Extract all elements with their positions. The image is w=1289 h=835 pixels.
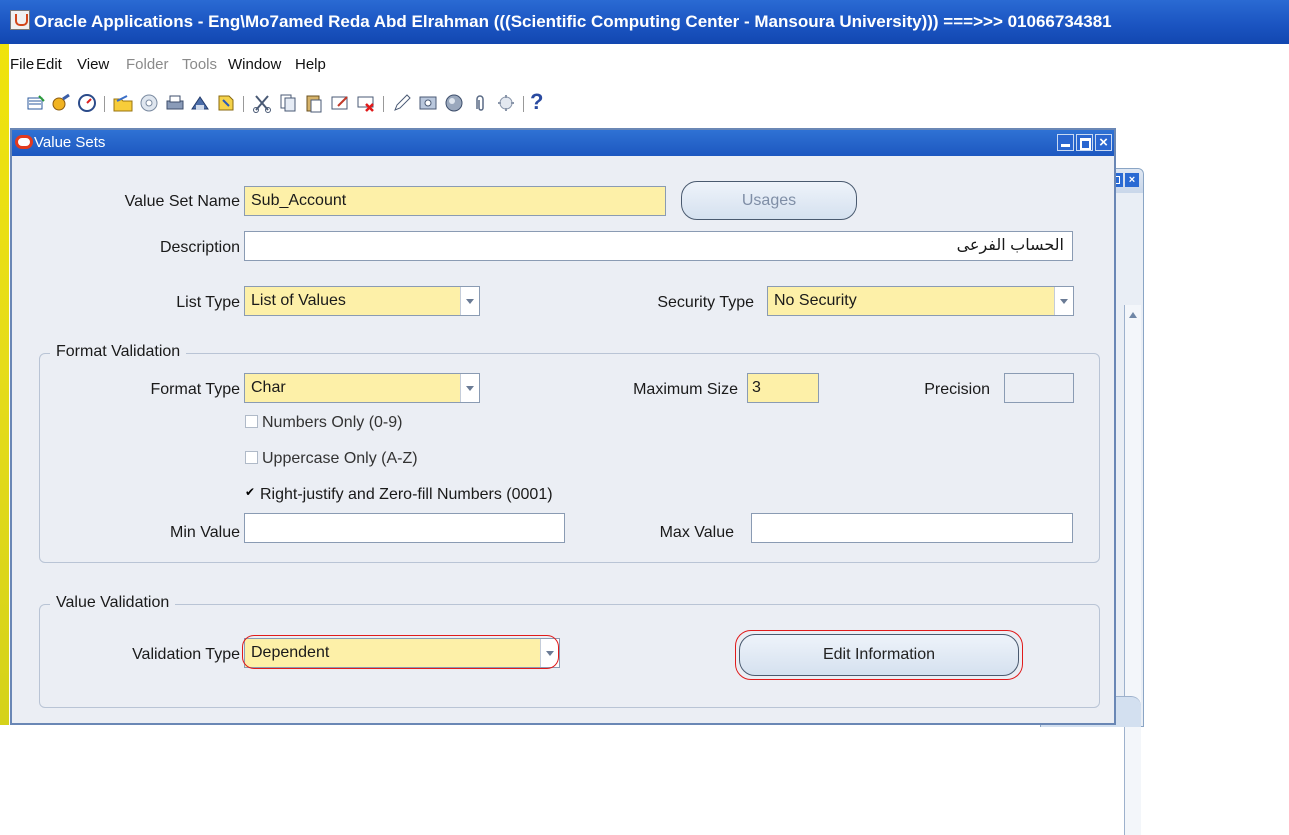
- max-value-label: Max Value: [659, 524, 734, 541]
- delete-record-icon[interactable]: [355, 92, 377, 114]
- edit-field-icon[interactable]: [391, 92, 413, 114]
- menu-tools[interactable]: Tools: [182, 56, 217, 73]
- menu-view[interactable]: View: [77, 56, 109, 73]
- desktop-edge: [0, 0, 9, 725]
- translations-icon[interactable]: [443, 92, 465, 114]
- folder-tools-icon[interactable]: [417, 92, 439, 114]
- menu-folder[interactable]: Folder: [126, 56, 169, 73]
- list-type-label: List Type: [176, 294, 240, 311]
- numbers-only-box[interactable]: [245, 415, 258, 428]
- format-validation-title: Format Validation: [50, 343, 187, 361]
- app-title: Oracle Applications - Eng\Mo7amed Reda A…: [34, 12, 1112, 31]
- toolbar: ?: [9, 86, 1289, 126]
- background-window-close-icon[interactable]: ×: [1125, 173, 1139, 187]
- uppercase-only-box[interactable]: [245, 451, 258, 464]
- print-icon[interactable]: [164, 92, 186, 114]
- max-value-field[interactable]: [751, 513, 1073, 543]
- save-icon[interactable]: [138, 92, 160, 114]
- open-folder-icon[interactable]: [112, 92, 134, 114]
- min-value-label: Min Value: [170, 524, 240, 541]
- precision-field[interactable]: [1004, 373, 1074, 403]
- description-label: Description: [159, 239, 240, 256]
- security-type-dropdown-icon[interactable]: [1054, 287, 1073, 315]
- precision-label: Precision: [924, 381, 990, 398]
- menu-bar: File Edit View Folder Tools Window Help: [9, 44, 1289, 86]
- minimize-icon[interactable]: [1057, 134, 1074, 151]
- validation-type-label: Validation Type: [132, 646, 240, 663]
- java-icon: [10, 10, 30, 30]
- attachments-icon[interactable]: [469, 92, 491, 114]
- close-icon[interactable]: ×: [1095, 134, 1112, 151]
- value-set-name-label: Value Set Name: [124, 193, 240, 210]
- right-justify-box[interactable]: [245, 485, 256, 500]
- find-icon[interactable]: [51, 92, 73, 114]
- list-type-select[interactable]: List of Values: [244, 286, 480, 316]
- value-set-name-field[interactable]: Sub_Account: [244, 186, 666, 216]
- cut-icon[interactable]: [251, 92, 273, 114]
- close-form-icon[interactable]: [189, 92, 211, 114]
- help-icon[interactable]: ?: [530, 89, 552, 114]
- security-type-select[interactable]: No Security: [767, 286, 1074, 316]
- zoom-icon[interactable]: [215, 92, 237, 114]
- list-type-dropdown-icon[interactable]: [460, 287, 479, 315]
- uppercase-only-checkbox[interactable]: Uppercase Only (A-Z): [245, 450, 418, 468]
- security-type-label: Security Type: [657, 294, 754, 311]
- copy-icon[interactable]: [277, 92, 299, 114]
- menu-window[interactable]: Window: [228, 56, 281, 73]
- window-title: Value Sets: [34, 134, 106, 151]
- format-type-label: Format Type: [150, 381, 240, 398]
- app-titlebar: Oracle Applications - Eng\Mo7amed Reda A…: [0, 0, 1289, 44]
- description-field[interactable]: الحساب الفرعى: [244, 231, 1073, 261]
- uppercase-only-label: Uppercase Only (A-Z): [262, 450, 418, 467]
- folder-settings-icon[interactable]: [495, 92, 517, 114]
- right-justify-label: Right-justify and Zero-fill Numbers (000…: [260, 486, 553, 503]
- paste-icon[interactable]: [303, 92, 325, 114]
- window-titlebar: Value Sets ×: [12, 130, 1114, 156]
- menu-edit[interactable]: Edit: [36, 56, 62, 73]
- menu-file[interactable]: File: [10, 56, 34, 73]
- edit-information-highlight: [735, 630, 1023, 680]
- maximum-size-field[interactable]: 3: [747, 373, 819, 403]
- format-type-dropdown-icon[interactable]: [460, 374, 479, 402]
- validation-type-highlight: [242, 635, 559, 669]
- maximize-icon[interactable]: [1076, 134, 1093, 151]
- format-type-select[interactable]: Char: [244, 373, 480, 403]
- new-icon[interactable]: [25, 92, 47, 114]
- min-value-field[interactable]: [244, 513, 565, 543]
- numbers-only-label: Numbers Only (0-9): [262, 414, 403, 431]
- menu-help[interactable]: Help: [295, 56, 326, 73]
- navigator-icon[interactable]: [76, 92, 98, 114]
- numbers-only-checkbox[interactable]: Numbers Only (0-9): [245, 414, 402, 432]
- oracle-icon: [15, 135, 33, 149]
- maximum-size-label: Maximum Size: [633, 381, 738, 398]
- scroll-up-icon[interactable]: [1129, 312, 1137, 318]
- value-sets-window: Value Sets × Value Set Name Sub_Account …: [10, 128, 1116, 725]
- value-validation-title: Value Validation: [50, 594, 176, 612]
- background-window-scrollbar[interactable]: [1124, 305, 1141, 835]
- right-justify-checkbox[interactable]: Right-justify and Zero-fill Numbers (000…: [245, 485, 553, 504]
- usages-button[interactable]: Usages: [681, 181, 857, 220]
- new-record-icon[interactable]: [329, 92, 351, 114]
